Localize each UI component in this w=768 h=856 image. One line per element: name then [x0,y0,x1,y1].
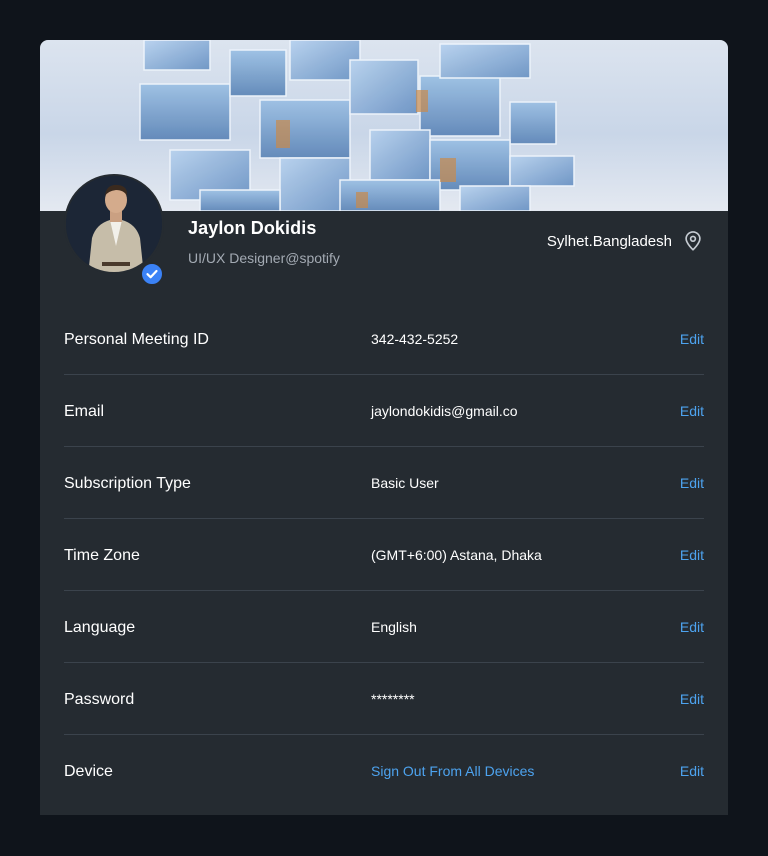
edit-language-button[interactable]: Edit [680,619,704,635]
setting-value: Basic User [371,475,439,491]
map-pin-icon [685,231,701,251]
setting-value: ******** [371,691,415,707]
setting-value: (GMT+6:00) Astana, Dhaka [371,547,542,563]
setting-value: English [371,619,417,635]
edit-meeting-id-button[interactable]: Edit [680,331,704,347]
edit-password-button[interactable]: Edit [680,691,704,707]
setting-value: jaylondokidis@gmail.co [371,403,518,419]
setting-row-language: Language English Edit [64,591,704,663]
person-portrait [66,176,162,272]
account-settings-list: Personal Meeting ID 342-432-5252 Edit Em… [64,303,704,807]
setting-row-email: Email jaylondokidis@gmail.co Edit [64,375,704,447]
avatar[interactable] [64,174,166,286]
setting-value: 342-432-5252 [371,331,459,347]
edit-email-button[interactable]: Edit [680,403,704,419]
setting-label: Time Zone [64,547,140,564]
profile-card: Jaylon Dokidis UI/UX Designer@spotify Sy… [40,40,728,815]
avatar-photo [64,174,164,274]
setting-label: Personal Meeting ID [64,331,209,348]
location-text: Sylhet.Bangladesh [546,232,672,250]
setting-label: Device [64,763,113,780]
setting-label: Password [64,691,135,708]
setting-row-meeting-id: Personal Meeting ID 342-432-5252 Edit [64,303,704,375]
setting-label: Email [64,403,105,420]
setting-row-device: Device Sign Out From All Devices Edit [64,735,704,807]
setting-label: Subscription Type [64,475,191,492]
check-badge-icon [140,262,164,286]
location: Sylhet.Bangladesh [547,230,704,252]
setting-label: Language [64,619,136,636]
edit-device-button[interactable]: Edit [680,763,704,779]
sign-out-all-devices-link[interactable]: Sign Out From All Devices [371,763,534,779]
profile-name: Jaylon Dokidis [188,218,317,238]
profile-role: UI/UX Designer@spotify [188,250,340,266]
edit-time-zone-button[interactable]: Edit [680,547,704,563]
setting-row-password: Password ******** Edit [64,663,704,735]
setting-row-subscription: Subscription Type Basic User Edit [64,447,704,519]
setting-row-time-zone: Time Zone (GMT+6:00) Astana, Dhaka Edit [64,519,704,591]
edit-subscription-button[interactable]: Edit [680,475,704,491]
